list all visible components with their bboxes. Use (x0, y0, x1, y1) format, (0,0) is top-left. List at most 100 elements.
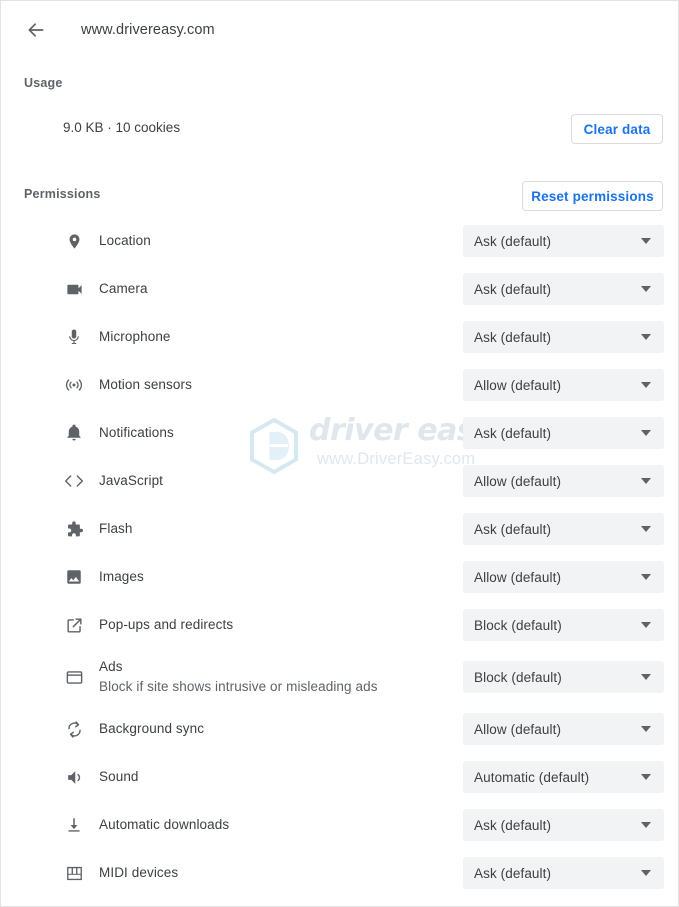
permission-select-value: Allow (default) (474, 377, 562, 393)
permission-select-camera[interactable]: Ask (default) (463, 273, 664, 305)
camera-icon (63, 278, 85, 300)
permission-select-value: Block (default) (474, 669, 562, 685)
permission-select-value: Allow (default) (474, 473, 562, 489)
chevron-down-icon (641, 430, 651, 436)
permission-name: Location (99, 233, 151, 248)
permission-name: Images (99, 569, 144, 584)
permission-select-motion-sensors[interactable]: Allow (default) (463, 369, 664, 401)
permission-labels: Motion sensors (99, 376, 192, 394)
permission-row-notifications: Notifications Ask (default) (1, 409, 678, 457)
permissions-section-label: Permissions (24, 187, 101, 201)
permission-select-value: Ask (default) (474, 281, 552, 297)
code-brackets-icon (63, 470, 85, 492)
image-icon (63, 566, 85, 588)
permission-labels: Automatic downloads (99, 816, 229, 834)
permission-row-camera: Camera Ask (default) (1, 265, 678, 313)
permission-name: Camera (99, 281, 148, 296)
permission-name: Pop-ups and redirects (99, 617, 234, 632)
chevron-down-icon (641, 574, 651, 580)
permission-labels: Notifications (99, 424, 174, 442)
permission-row-background-sync: Background sync Allow (default) (1, 705, 678, 753)
bell-icon (63, 422, 85, 444)
clear-data-button[interactable]: Clear data (571, 114, 663, 144)
chevron-down-icon (641, 238, 651, 244)
permission-row-midi-devices: MIDI devices Ask (default) (1, 849, 678, 897)
permission-row-sound: Sound Automatic (default) (1, 753, 678, 801)
permission-labels: Sound (99, 768, 139, 786)
ads-window-icon (63, 666, 85, 688)
permission-labels: Ads Block if site shows intrusive or mis… (99, 658, 378, 696)
chevron-down-icon (641, 382, 651, 388)
chevron-down-icon (641, 334, 651, 340)
chevron-down-icon (641, 478, 651, 484)
permission-select-value: Ask (default) (474, 521, 552, 537)
permission-row-flash: Flash Ask (default) (1, 505, 678, 553)
chevron-down-icon (641, 622, 651, 628)
page-title: www.drivereasy.com (81, 21, 215, 38)
permission-select-background-sync[interactable]: Allow (default) (463, 713, 664, 745)
permission-labels: Flash (99, 520, 133, 538)
location-pin-icon (63, 230, 85, 252)
chevron-down-icon (641, 726, 651, 732)
permission-name: Automatic downloads (99, 817, 230, 832)
permission-labels: Location (99, 232, 151, 250)
permission-row-ads: Ads Block if site shows intrusive or mis… (1, 649, 678, 705)
volume-icon (63, 766, 85, 788)
permission-row-automatic-downloads: Automatic downloads Ask (default) (1, 801, 678, 849)
permission-select-images[interactable]: Allow (default) (463, 561, 664, 593)
chevron-down-icon (641, 526, 651, 532)
permission-select-value: Block (default) (474, 617, 562, 633)
permission-select-value: Allow (default) (474, 569, 562, 585)
download-icon (63, 814, 85, 836)
permission-name: JavaScript (99, 473, 164, 488)
midi-keyboard-icon (63, 862, 85, 884)
permission-select-microphone[interactable]: Ask (default) (463, 321, 664, 353)
permission-name: Sound (99, 769, 139, 784)
permission-labels: Pop-ups and redirects (99, 616, 233, 634)
open-in-new-icon (63, 614, 85, 636)
permission-select-automatic-downloads[interactable]: Ask (default) (463, 809, 664, 841)
back-button[interactable] (23, 17, 49, 43)
sync-icon (63, 718, 85, 740)
permission-name: MIDI devices (99, 865, 179, 880)
usage-value: 9.0 KB · 10 cookies (63, 120, 181, 135)
permission-row-javascript: JavaScript Allow (default) (1, 457, 678, 505)
permission-select-location[interactable]: Ask (default) (463, 225, 664, 257)
permission-row-location: Location Ask (default) (1, 217, 678, 265)
arrow-left-icon (26, 20, 46, 40)
permission-select-value: Ask (default) (474, 817, 552, 833)
permission-labels: JavaScript (99, 472, 163, 490)
chevron-down-icon (641, 286, 651, 292)
permission-row-popups: Pop-ups and redirects Block (default) (1, 601, 678, 649)
permission-select-value: Automatic (default) (474, 769, 590, 785)
permission-name: Background sync (99, 721, 205, 736)
motion-sensors-icon (63, 374, 85, 396)
chevron-down-icon (641, 870, 651, 876)
chevron-down-icon (641, 822, 651, 828)
panel-header: www.drivereasy.com (1, 1, 678, 58)
permission-select-notifications[interactable]: Ask (default) (463, 417, 664, 449)
chevron-down-icon (641, 674, 651, 680)
permission-labels: Images (99, 568, 144, 586)
permission-labels: Microphone (99, 328, 171, 346)
microphone-icon (63, 326, 85, 348)
permission-select-sound[interactable]: Automatic (default) (463, 761, 664, 793)
permission-select-value: Ask (default) (474, 329, 552, 345)
permission-select-javascript[interactable]: Allow (default) (463, 465, 664, 497)
permission-labels: Camera (99, 280, 148, 298)
permission-select-midi-devices[interactable]: Ask (default) (463, 857, 664, 889)
reset-permissions-button[interactable]: Reset permissions (522, 181, 663, 211)
permission-select-flash[interactable]: Ask (default) (463, 513, 664, 545)
permission-name: Notifications (99, 425, 174, 440)
permission-labels: MIDI devices (99, 864, 178, 882)
chevron-down-icon (641, 774, 651, 780)
permissions-list: Location Ask (default) Camera Ask (defau… (1, 217, 678, 897)
permission-select-value: Allow (default) (474, 721, 562, 737)
permission-name: Motion sensors (99, 377, 192, 392)
permission-select-popups[interactable]: Block (default) (463, 609, 664, 641)
permission-select-ads[interactable]: Block (default) (463, 661, 664, 693)
site-settings-panel: www.drivereasy.com Usage 9.0 KB · 10 coo… (0, 0, 679, 907)
permission-row-images: Images Allow (default) (1, 553, 678, 601)
puzzle-piece-icon (63, 518, 85, 540)
usage-section-label: Usage (24, 76, 63, 90)
